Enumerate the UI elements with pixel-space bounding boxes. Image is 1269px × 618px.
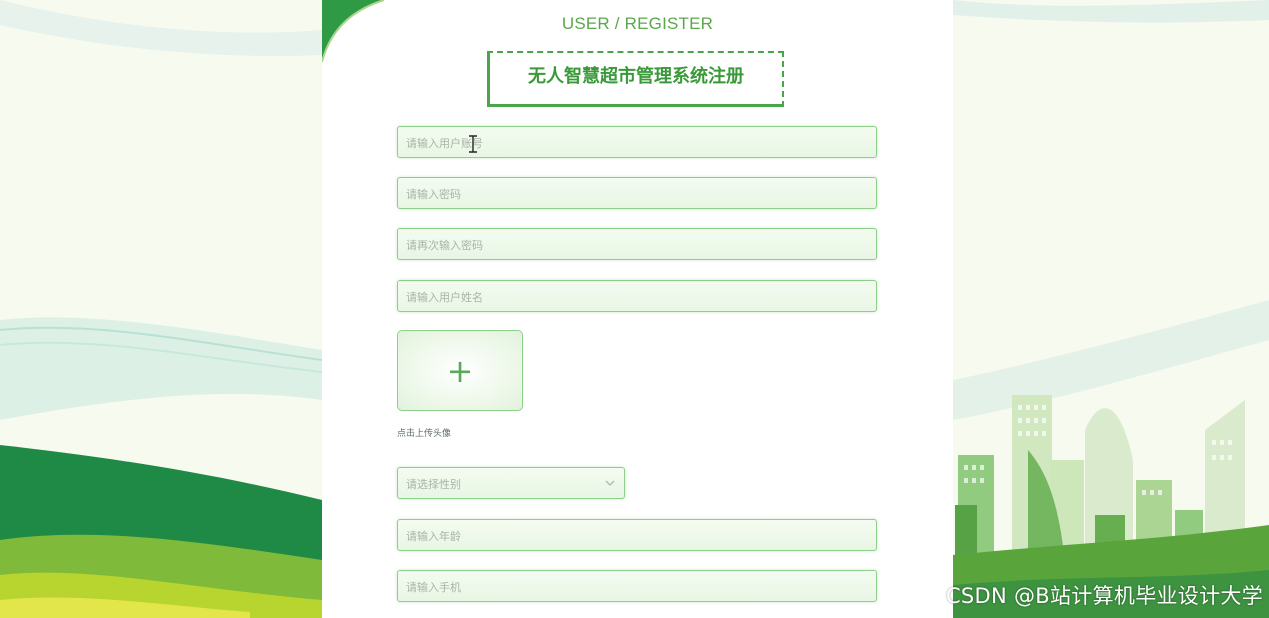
name-input[interactable]: 请输入用户姓名 (397, 280, 877, 312)
confirm-password-input[interactable]: 请再次输入密码 (397, 228, 877, 260)
avatar-upload-hint: 点击上传头像 (397, 429, 452, 439)
text-cursor-icon (469, 135, 477, 153)
page-title: 无人智慧超市管理系统注册 (528, 66, 744, 87)
register-eyebrow: USER / REGISTER (561, 14, 714, 33)
password-input[interactable]: 请输入密码 (397, 177, 877, 209)
plus-icon: + (446, 352, 474, 390)
age-placeholder: 请输入年龄 (406, 530, 461, 543)
age-input[interactable]: 请输入年龄 (397, 519, 877, 551)
confirm-password-placeholder: 请再次输入密码 (406, 239, 483, 252)
title-box: 无人智慧超市管理系统注册 (487, 51, 784, 107)
gender-select[interactable]: 请选择性别 (397, 467, 625, 499)
password-placeholder: 请输入密码 (406, 188, 461, 201)
gender-placeholder: 请选择性别 (406, 478, 461, 491)
name-placeholder: 请输入用户姓名 (406, 291, 483, 304)
phone-placeholder: 请输入手机 (406, 581, 461, 594)
chevron-down-icon (605, 480, 615, 486)
avatar-upload-button[interactable]: + (397, 330, 523, 411)
panel-corner-decoration (322, 0, 385, 63)
phone-input[interactable]: 请输入手机 (397, 570, 877, 602)
register-panel: USER / REGISTER 无人智慧超市管理系统注册 请输入用户账号 请输入… (322, 0, 953, 618)
watermark-text: CSDN @B站计算机毕业设计大学 (945, 584, 1263, 608)
